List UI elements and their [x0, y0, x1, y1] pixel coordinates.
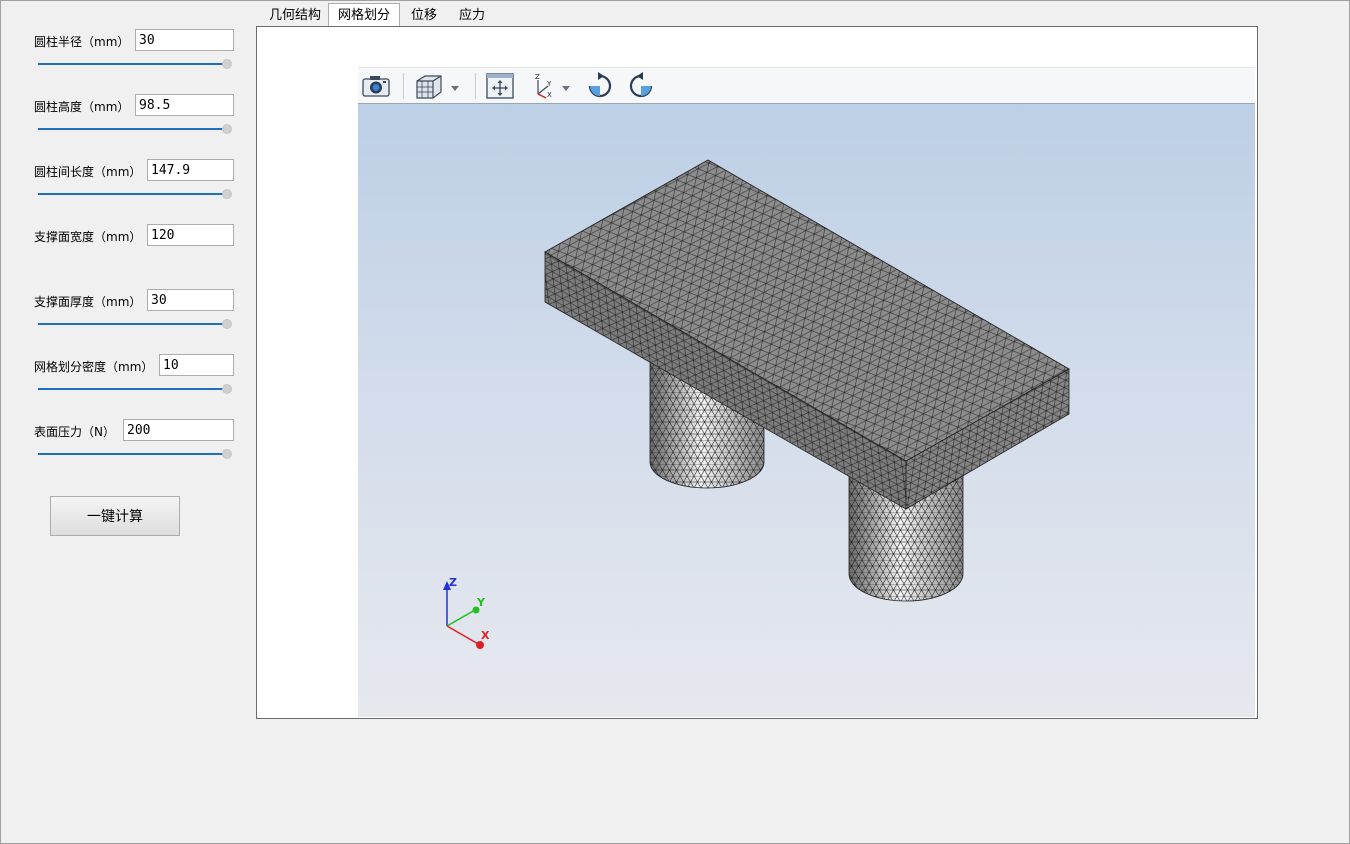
slider-handle[interactable]	[222, 124, 232, 134]
tab-stress[interactable]: 应力	[452, 5, 492, 26]
one-click-calculate-button[interactable]: 一键计算	[50, 496, 180, 536]
param-label-cylinder-height: 圆柱高度（mm）	[34, 100, 130, 114]
support-thickness-input[interactable]	[147, 289, 234, 311]
param-label-mesh-density: 网格划分密度（mm）	[34, 360, 154, 374]
cylinder-spacing-input[interactable]	[147, 159, 234, 181]
mesh-density-input[interactable]	[159, 354, 234, 376]
param-label-support-thickness: 支撑面厚度（mm）	[34, 295, 142, 309]
fit-all-icon[interactable]	[485, 72, 515, 100]
tab-displacement[interactable]: 位移	[404, 5, 444, 26]
svg-text:X: X	[547, 91, 552, 99]
tab-mesh[interactable]: 网格划分	[328, 3, 400, 27]
viewer-toolbar: Z Y X	[358, 67, 1255, 104]
surface-pressure-input[interactable]	[123, 419, 234, 441]
mesh-viewport[interactable]: Z Y X	[358, 104, 1255, 717]
cylinder-height-slider[interactable]	[38, 123, 232, 135]
triad-x-label: X	[481, 629, 490, 642]
rotate-cw-icon[interactable]	[585, 72, 615, 100]
param-label-support-width: 支撑面宽度（mm）	[34, 230, 142, 244]
axes-icon[interactable]: Z Y X	[528, 72, 576, 100]
slider-handle[interactable]	[222, 319, 232, 329]
slider-handle[interactable]	[222, 189, 232, 199]
support-width-input[interactable]	[147, 224, 234, 246]
cylinder-radius-input[interactable]	[135, 29, 234, 51]
rotate-ccw-icon[interactable]	[626, 72, 656, 100]
cylinder-height-input[interactable]	[135, 94, 234, 116]
svg-text:Y: Y	[546, 80, 552, 88]
slider-handle[interactable]	[222, 384, 232, 394]
support-plate	[544, 159, 1070, 510]
cylinder-spacing-slider[interactable]	[38, 188, 232, 200]
mesh-density-slider[interactable]	[38, 383, 232, 395]
camera-icon[interactable]	[361, 72, 391, 100]
param-label-surface-pressure: 表面压力（N）	[34, 425, 115, 439]
surface-pressure-slider[interactable]	[38, 448, 232, 460]
mesh-model: Z Y X	[443, 159, 1070, 649]
toolbar-separator	[475, 73, 476, 99]
slider-handle[interactable]	[222, 449, 232, 459]
support-thickness-slider[interactable]	[38, 318, 232, 330]
cylinder-radius-slider[interactable]	[38, 58, 232, 70]
tab-geometry[interactable]: 几何结构	[260, 5, 330, 26]
param-label-cylinder-radius: 圆柱半径（mm）	[34, 35, 130, 49]
slider-handle[interactable]	[222, 59, 232, 69]
toolbar-separator	[403, 73, 404, 99]
triad-z-label: Z	[449, 576, 457, 589]
svg-text:Z: Z	[535, 73, 540, 81]
param-label-cylinder-spacing: 圆柱间长度（mm）	[34, 165, 142, 179]
view-cube-icon[interactable]	[413, 72, 463, 100]
orientation-triad: Z Y X	[443, 576, 490, 649]
triad-y-label: Y	[476, 596, 486, 609]
